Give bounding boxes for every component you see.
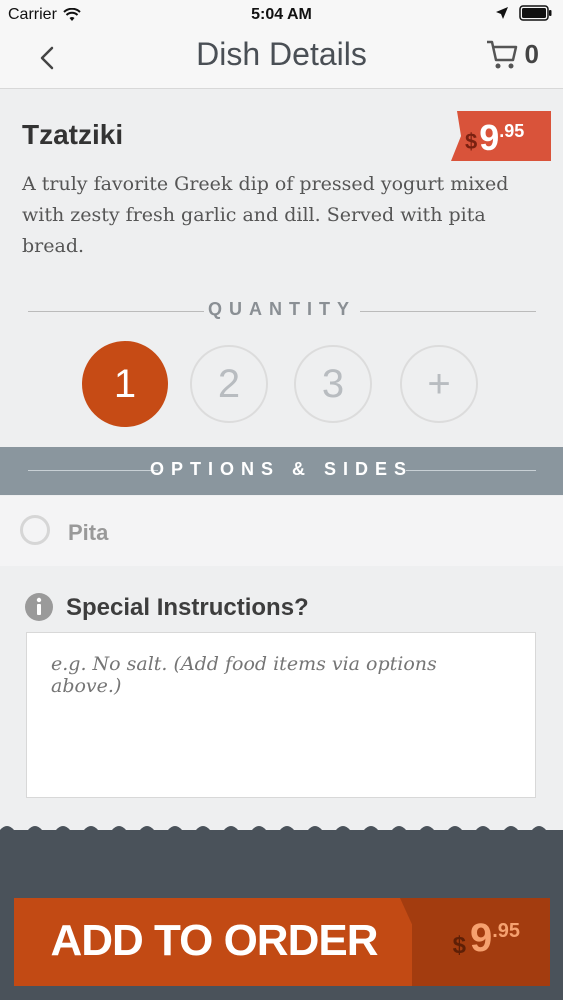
price-int: 9 xyxy=(479,117,500,158)
quantity-label: QUANTITY xyxy=(208,299,356,319)
divider-line xyxy=(406,470,536,471)
add-price-dollar: $ xyxy=(452,932,466,959)
status-right xyxy=(495,5,553,21)
options-header: OPTIONS & SIDES xyxy=(0,447,563,495)
add-price-cents: .95 xyxy=(492,920,520,942)
dish-name: Tzatziki xyxy=(22,119,124,150)
add-price-int: 9 xyxy=(469,916,493,960)
dish-details: Tzatziki $ 9 .95 A truly favorite Greek … xyxy=(0,89,563,447)
add-price: $ 9 .95 xyxy=(453,916,520,961)
special-instructions-input[interactable] xyxy=(26,632,536,798)
option-label: Pita xyxy=(68,520,109,545)
option-pita[interactable]: Pita xyxy=(0,496,563,566)
footer: ADD TO ORDER $ 9 .95 xyxy=(0,826,563,1000)
info-icon xyxy=(25,593,53,621)
cart-button[interactable]: 0 xyxy=(485,38,539,70)
divider-line xyxy=(360,311,536,312)
cart-icon xyxy=(486,40,517,69)
quantity-option-1[interactable]: 1 xyxy=(82,341,168,427)
add-to-order-label: ADD TO ORDER xyxy=(50,916,379,965)
status-bar: Carrier 5:04 AM xyxy=(0,0,563,30)
price-cents: .95 xyxy=(499,121,525,141)
option-radio[interactable] xyxy=(20,515,50,545)
battery-icon xyxy=(519,5,552,21)
quantity-option-more[interactable]: + xyxy=(400,345,478,423)
wavy-edge xyxy=(0,826,563,834)
add-to-order-button[interactable]: ADD TO ORDER $ 9 .95 xyxy=(14,898,550,986)
cart-count: 0 xyxy=(524,38,539,69)
location-icon xyxy=(496,7,508,19)
price-dollar: $ xyxy=(465,129,478,154)
quantity-option-3[interactable]: 3 xyxy=(294,345,372,423)
nav-bar: Dish Details 0 xyxy=(0,30,563,89)
special-instructions: Special Instructions? xyxy=(0,566,563,830)
status-time: 5:04 AM xyxy=(251,6,312,23)
quantity-selector: 1 2 3 + xyxy=(0,341,563,427)
price-text: $ 9 .95 xyxy=(465,117,524,159)
quantity-header: QUANTITY xyxy=(28,299,536,323)
price-tag: $ 9 .95 xyxy=(451,111,551,161)
quantity-option-2[interactable]: 2 xyxy=(190,345,268,423)
dish-description: A truly favorite Greek dip of pressed yo… xyxy=(22,173,509,257)
special-instructions-title: Special Instructions? xyxy=(66,594,309,621)
page-title: Dish Details xyxy=(196,36,367,72)
